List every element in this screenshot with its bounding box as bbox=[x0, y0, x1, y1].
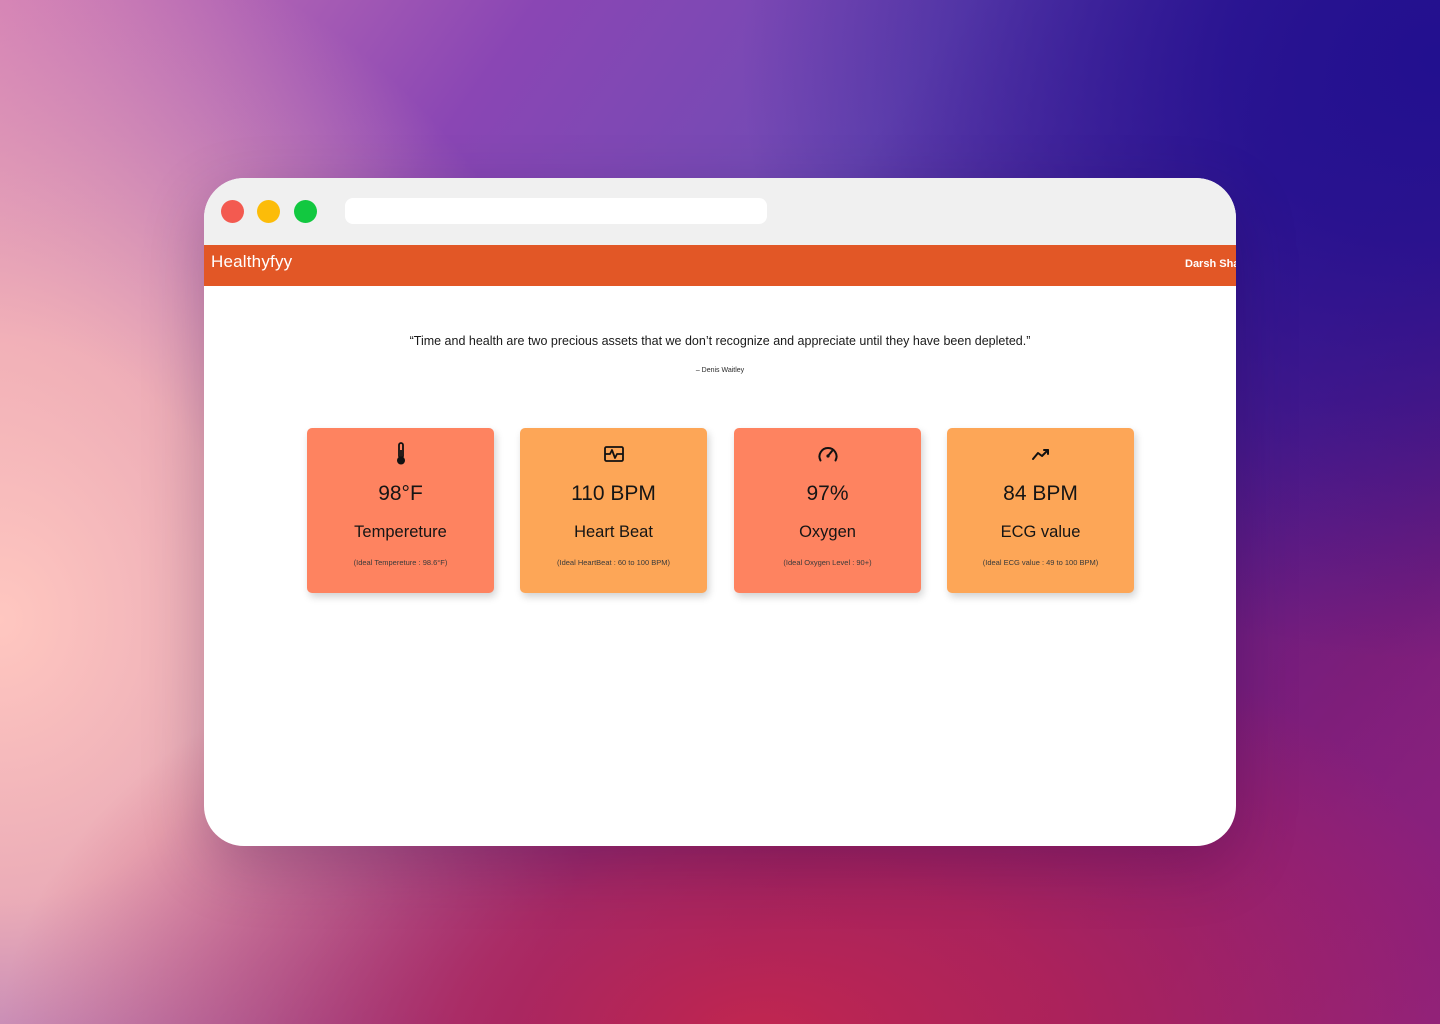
temperature-ideal: (Ideal Tempereture : 98.6°F) bbox=[353, 558, 448, 567]
address-bar[interactable] bbox=[345, 198, 767, 224]
ecg-card[interactable]: 84 BPM ECG value (Ideal ECG value : 49 t… bbox=[947, 428, 1134, 593]
oxygen-label: Oxygen bbox=[799, 523, 856, 541]
browser-window: Healthyfyy Darsh Sha “Time and health ar… bbox=[204, 178, 1236, 846]
heart-beat-card[interactable]: 110 BPM Heart Beat (Ideal HeartBeat : 60… bbox=[520, 428, 707, 593]
ecg-value: 84 BPM bbox=[1003, 482, 1078, 505]
oxygen-card[interactable]: 97% Oxygen (Ideal Oxygen Level : 90+) bbox=[734, 428, 921, 593]
app-navbar: Healthyfyy Darsh Sha bbox=[204, 245, 1236, 286]
close-window-button[interactable] bbox=[221, 200, 244, 223]
temperature-value: 98°F bbox=[378, 482, 423, 505]
dashboard-content: “Time and health are two precious assets… bbox=[204, 286, 1236, 846]
temperature-label: Tempereture bbox=[354, 523, 447, 541]
minimize-window-button[interactable] bbox=[257, 200, 280, 223]
thermometer-icon bbox=[307, 442, 494, 465]
health-quote: “Time and health are two precious assets… bbox=[409, 334, 1031, 348]
oxygen-ideal: (Ideal Oxygen Level : 90+) bbox=[783, 558, 872, 567]
ecg-ideal: (Ideal ECG value : 49 to 100 BPM) bbox=[982, 558, 1099, 567]
user-name-link[interactable]: Darsh Sha bbox=[1185, 258, 1236, 270]
heart-beat-ideal: (Ideal HeartBeat : 60 to 100 BPM) bbox=[557, 558, 670, 567]
quote-author: – Denis Waitley bbox=[695, 367, 745, 374]
heart-beat-label: Heart Beat bbox=[574, 523, 653, 541]
maximize-window-button[interactable] bbox=[294, 200, 317, 223]
gauge-icon bbox=[734, 443, 921, 465]
heart-beat-value: 110 BPM bbox=[571, 482, 656, 505]
heartbeat-icon bbox=[520, 443, 707, 465]
brand-logo-text[interactable]: Healthyfyy bbox=[211, 252, 292, 272]
temperature-card[interactable]: 98°F Tempereture (Ideal Tempereture : 98… bbox=[307, 428, 494, 593]
ecg-label: ECG value bbox=[1000, 523, 1081, 541]
trend-icon bbox=[947, 443, 1134, 465]
oxygen-value: 97% bbox=[806, 482, 849, 505]
browser-titlebar bbox=[204, 178, 1236, 245]
